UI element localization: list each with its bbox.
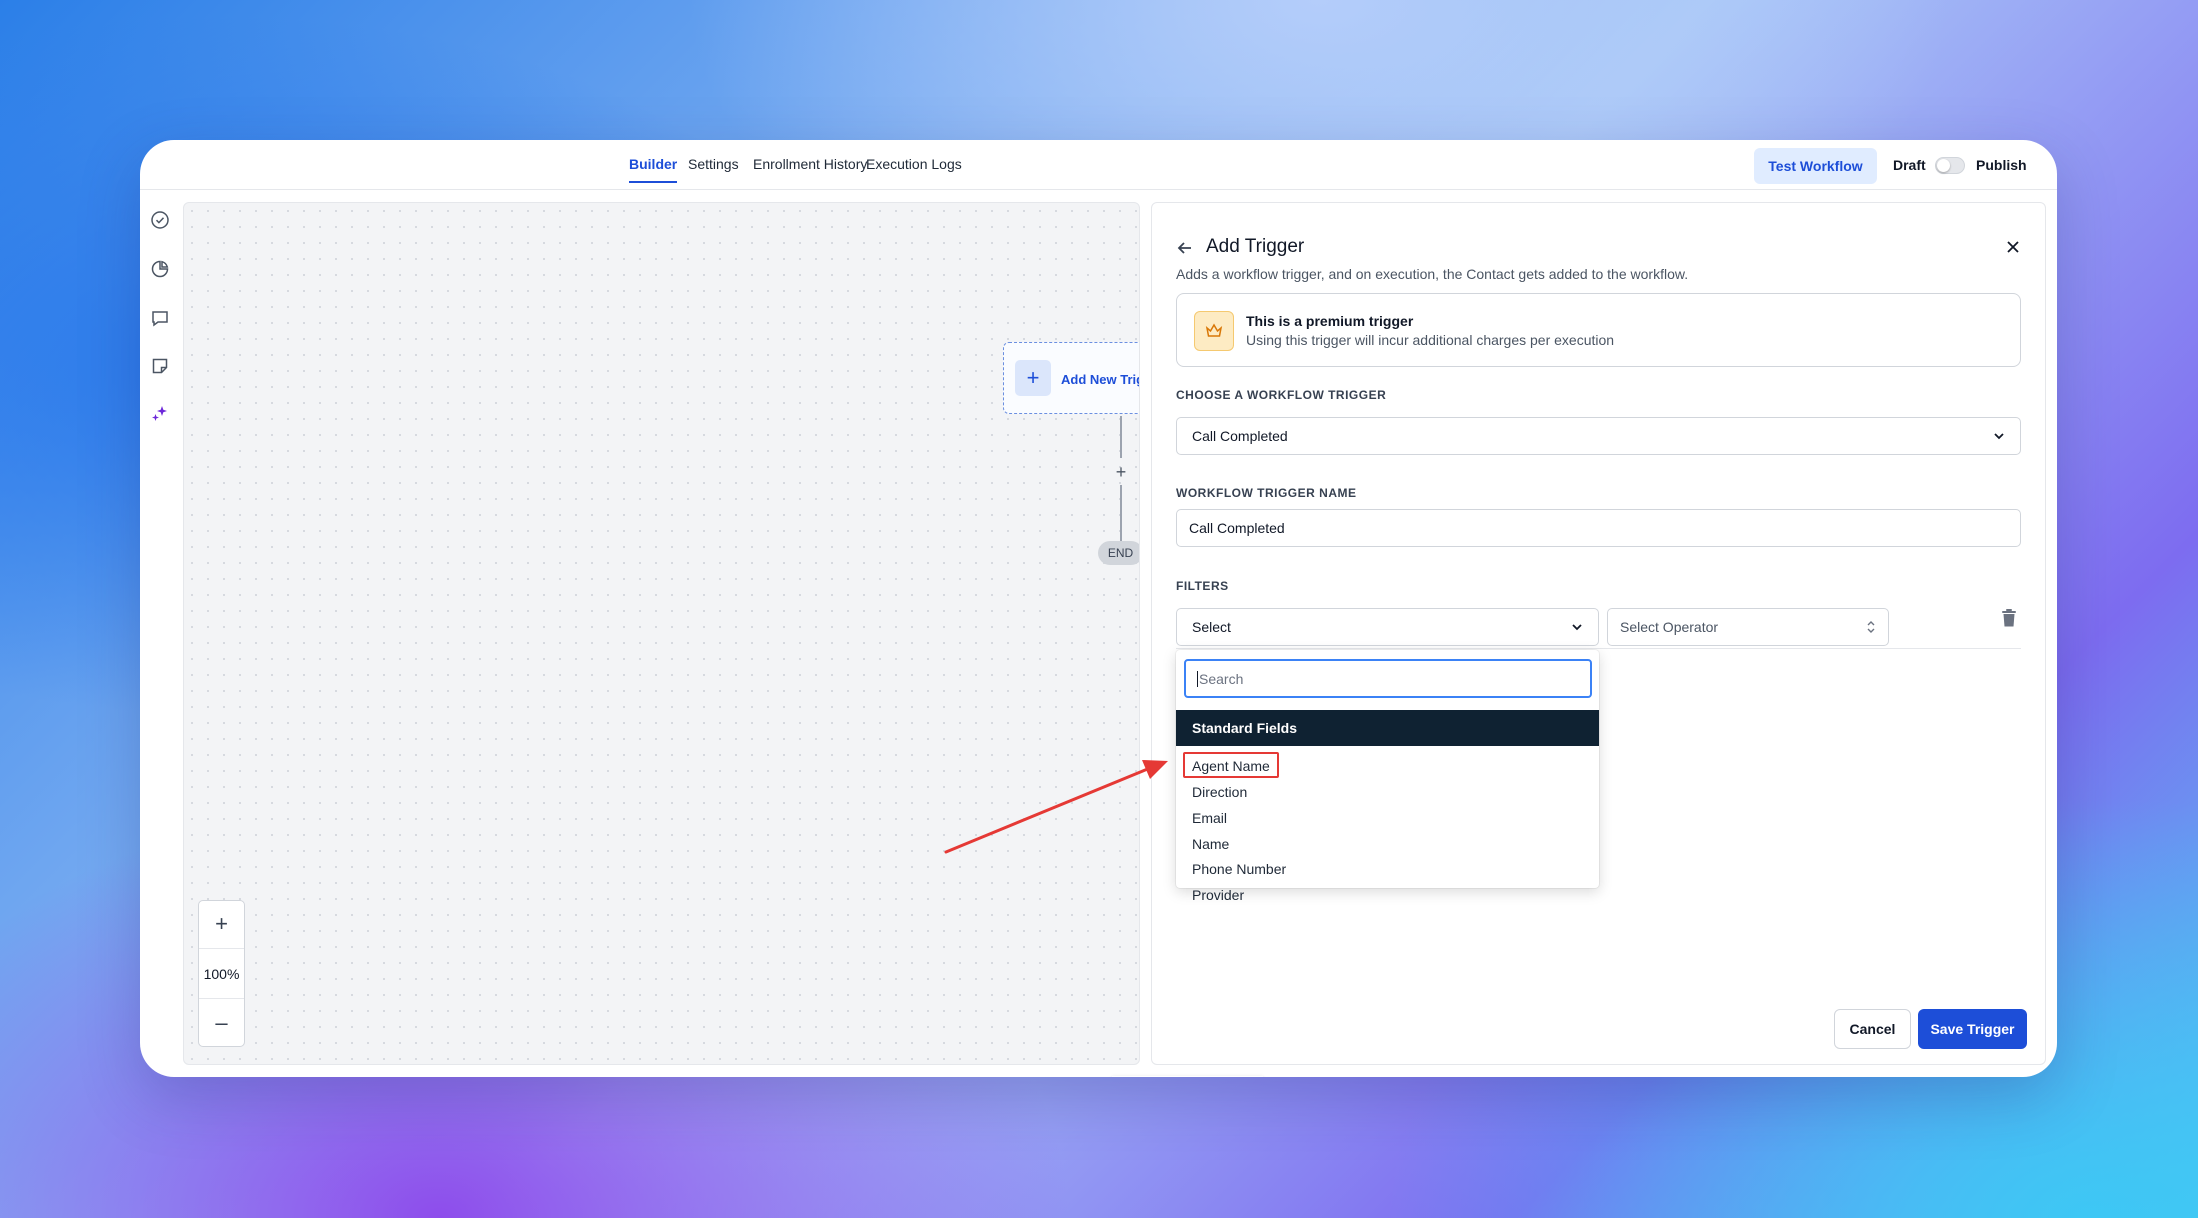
cancel-button[interactable]: Cancel [1834,1009,1911,1049]
end-node: END [1098,541,1139,565]
publish-label: Publish [1976,157,2027,173]
panel-title: Add Trigger [1206,236,1305,257]
zoom-level: 100% [199,948,244,999]
add-new-trigger-node[interactable]: + Add New Trig [1003,342,1140,414]
chevron-down-icon [1572,624,1582,631]
dropdown-group-header: Standard Fields [1176,710,1599,746]
plus-icon: + [1015,360,1051,396]
filter-field-dropdown: Search Standard Fields Agent Name Direct… [1176,650,1599,903]
zoom-controls: + 100% – [198,900,245,1047]
minimap[interactable] [1112,1076,1263,1077]
app-window: Builder Settings Enrollment History Exec… [140,140,2057,1077]
sticky-note-icon[interactable] [150,356,170,376]
premium-subtitle: Using this trigger will incur additional… [1246,332,1615,348]
connector-line [1120,416,1122,458]
filter-operator-placeholder: Select Operator [1620,619,1719,635]
annotation-highlight-box [1183,752,1279,778]
tab-builder[interactable]: Builder [629,156,678,183]
comment-icon[interactable] [150,308,170,328]
premium-title: This is a premium trigger [1246,313,1414,329]
search-placeholder: Search [1199,670,1244,687]
chevron-updown-icon [1867,621,1875,633]
dropdown-item-phone-number[interactable]: Phone Number [1192,861,1286,877]
trigger-name-value: Call Completed [1189,520,1285,536]
trigger-name-label: WORKFLOW TRIGGER NAME [1176,486,1357,500]
filter-field-select[interactable]: Select [1176,608,1599,646]
zoom-in-button[interactable]: + [199,901,244,947]
trigger-type-select[interactable]: Call Completed [1176,417,2021,455]
tab-execution-logs[interactable]: Execution Logs [866,156,962,172]
draft-label: Draft [1893,157,1926,173]
zoom-out-button[interactable]: – [199,1000,244,1046]
sparkles-icon[interactable] [150,404,170,424]
trigger-name-input[interactable]: Call Completed [1176,509,2021,547]
add-step-button[interactable]: + [1113,463,1129,481]
trigger-type-value: Call Completed [1192,428,1288,444]
back-arrow-icon[interactable] [1176,239,1194,257]
panel-description: Adds a workflow trigger, and on executio… [1176,266,1689,282]
workflow-canvas[interactable]: + Add New Trig + END [183,202,1140,1065]
dropdown-item-provider[interactable]: Provider [1192,887,1244,903]
check-circle-icon[interactable] [150,210,170,230]
dropdown-item-direction[interactable]: Direction [1192,784,1247,800]
dropdown-item-name[interactable]: Name [1192,836,1229,852]
tab-enrollment-history[interactable]: Enrollment History [753,156,867,172]
publish-toggle[interactable] [1935,157,1965,174]
filter-field-value: Select [1192,619,1231,635]
connector-line [1120,485,1122,541]
crown-icon [1194,311,1234,351]
dropdown-search-input[interactable]: Search [1184,659,1592,698]
chevron-down-icon [1994,433,2004,440]
filter-operator-select[interactable]: Select Operator [1607,608,1889,646]
save-trigger-button[interactable]: Save Trigger [1918,1009,2027,1049]
premium-notice: This is a premium trigger Using this tri… [1176,293,2021,367]
dropdown-item-email[interactable]: Email [1192,810,1227,826]
filters-label: FILTERS [1176,579,1229,593]
close-icon[interactable] [2005,239,2021,255]
toggle-knob [1937,159,1950,172]
text-caret [1197,670,1198,687]
add-trigger-panel: Add Trigger Adds a workflow trigger, and… [1151,202,2046,1065]
divider [1176,648,2021,649]
tab-settings[interactable]: Settings [688,156,739,172]
pie-chart-icon[interactable] [150,259,170,279]
trigger-node-label: Add New Trig [1061,372,1140,387]
choose-trigger-label: CHOOSE A WORKFLOW TRIGGER [1176,388,1387,402]
top-nav: Builder Settings Enrollment History Exec… [140,140,2057,190]
trash-icon[interactable] [2000,608,2018,628]
test-workflow-button[interactable]: Test Workflow [1754,148,1877,184]
